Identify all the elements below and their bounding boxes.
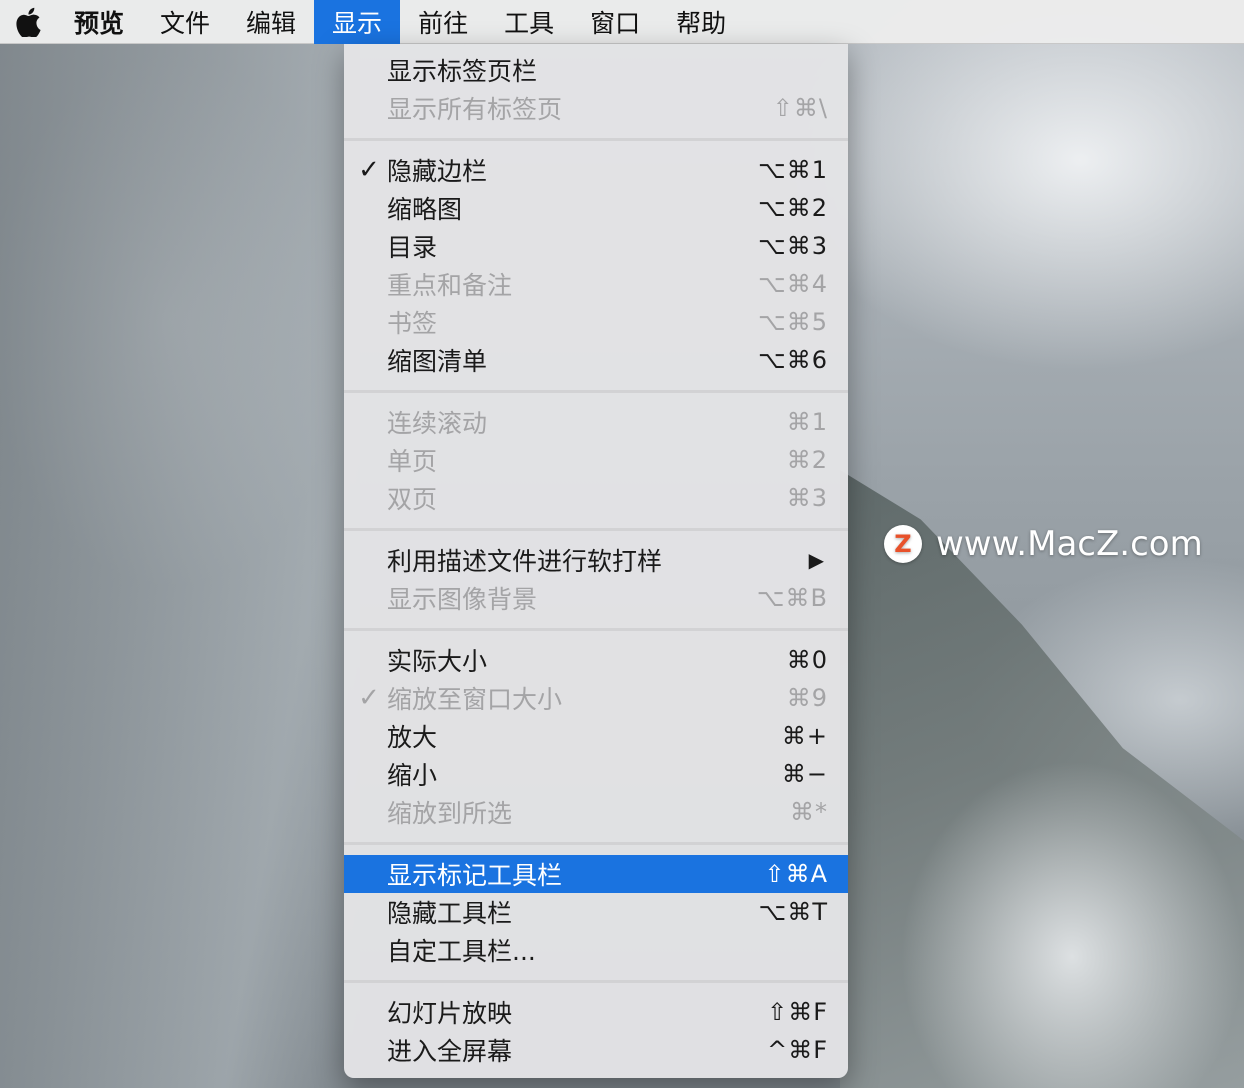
menu-item-label: 隐藏工具栏 xyxy=(387,899,513,928)
menu-item-contact-sheet[interactable]: 缩图清单 ⌥⌘6 xyxy=(344,341,848,379)
menu-item-label: 缩略图 xyxy=(387,195,463,224)
menu-separator xyxy=(344,517,848,541)
menu-item-shortcut: ^⌘F xyxy=(767,1036,828,1064)
menu-item-label: 自定工具栏... xyxy=(387,937,536,966)
menu-item-label: 单页 xyxy=(387,447,438,476)
menu-item-label: 重点和备注 xyxy=(387,271,513,300)
menu-item-zoom-to-selection: 缩放到所选 ⌘* xyxy=(344,793,848,831)
menu-item-label: 缩放到所选 xyxy=(387,799,513,828)
menu-item-shortcut: ⌥⌘5 xyxy=(758,308,828,336)
menu-item-shortcut: ⌘* xyxy=(790,798,828,826)
menu-item-shortcut: ⌥⌘3 xyxy=(758,232,828,260)
menu-item-label: 连续滚动 xyxy=(387,409,488,438)
menu-item-enter-full-screen[interactable]: 进入全屏幕 ^⌘F xyxy=(344,1031,848,1069)
menu-item-shortcut: ⌘0 xyxy=(786,646,828,674)
submenu-arrow-icon: ▶ xyxy=(808,548,824,572)
menu-item-continuous-scroll: 连续滚动 ⌘1 xyxy=(344,403,848,441)
menu-item-label: 显示所有标签页 xyxy=(387,95,563,124)
menu-item-label: 缩小 xyxy=(387,761,438,790)
menubar-item-view[interactable]: 显示 xyxy=(314,0,401,44)
watermark-text: www.MacZ.com xyxy=(936,524,1203,564)
menubar-item-help[interactable]: 帮助 xyxy=(658,0,744,44)
menu-item-shortcut: ⇧⌘A xyxy=(764,860,828,888)
checkmark-icon: ✓ xyxy=(358,155,380,185)
macz-logo-icon: Z xyxy=(884,525,922,563)
menu-item-two-pages: 双页 ⌘3 xyxy=(344,479,848,517)
menu-item-slideshow[interactable]: 幻灯片放映 ⇧⌘F xyxy=(344,993,848,1031)
menu-item-label: 实际大小 xyxy=(387,647,488,676)
menu-separator xyxy=(344,969,848,993)
menu-item-shortcut: ⌘2 xyxy=(786,446,828,474)
apple-logo-icon xyxy=(16,7,41,37)
menu-item-shortcut: ⌘9 xyxy=(786,684,828,712)
macz-watermark: Z www.MacZ.com xyxy=(884,524,1203,564)
menu-item-shortcut: ⌥⌘2 xyxy=(758,194,828,222)
menu-item-label: 目录 xyxy=(387,233,438,262)
apple-menu[interactable] xyxy=(0,0,56,44)
menu-item-shortcut: ⌥⌘B xyxy=(756,584,828,612)
view-menu-dropdown: 显示标签页栏 显示所有标签页 ⇧⌘\ ✓ 隐藏边栏 ⌥⌘1 缩略图 ⌥⌘2 目录… xyxy=(344,44,848,1078)
menu-item-shortcut: ⇧⌘\ xyxy=(772,94,828,122)
menu-item-show-tab-bar[interactable]: 显示标签页栏 xyxy=(344,51,848,89)
menu-item-label: 缩图清单 xyxy=(387,347,488,376)
menu-item-show-all-tabs: 显示所有标签页 ⇧⌘\ xyxy=(344,89,848,127)
menu-item-shortcut: ⇧⌘F xyxy=(767,998,828,1026)
menu-item-zoom-in[interactable]: 放大 ⌘+ xyxy=(344,717,848,755)
menu-item-shortcut: ⌥⌘T xyxy=(758,898,828,926)
menu-item-label: 放大 xyxy=(387,723,438,752)
macz-logo-letter: Z xyxy=(894,530,912,558)
menu-item-single-page: 单页 ⌘2 xyxy=(344,441,848,479)
menu-item-hide-sidebar[interactable]: ✓ 隐藏边栏 ⌥⌘1 xyxy=(344,151,848,189)
menubar-item-file[interactable]: 文件 xyxy=(142,0,228,44)
menu-item-show-markup-toolbar[interactable]: 显示标记工具栏 ⇧⌘A xyxy=(344,855,848,893)
menu-item-shortcut: ⌥⌘1 xyxy=(758,156,828,184)
menu-item-label: 缩放至窗口大小 xyxy=(387,685,563,714)
menubar-item-preview[interactable]: 预览 xyxy=(56,0,142,44)
menu-item-table-of-contents[interactable]: 目录 ⌥⌘3 xyxy=(344,227,848,265)
menu-item-bookmarks: 书签 ⌥⌘5 xyxy=(344,303,848,341)
menu-item-zoom-to-fit: ✓ 缩放至窗口大小 ⌘9 xyxy=(344,679,848,717)
desktop-fog-wallpaper xyxy=(900,760,1244,1088)
menu-separator xyxy=(344,831,848,855)
menu-item-hide-toolbar[interactable]: 隐藏工具栏 ⌥⌘T xyxy=(344,893,848,931)
menu-separator xyxy=(344,617,848,641)
menu-separator xyxy=(344,379,848,403)
menubar-item-tools[interactable]: 工具 xyxy=(486,0,572,44)
menubar-item-window[interactable]: 窗口 xyxy=(572,0,658,44)
menu-bar: 预览 文件 编辑 显示 前往 工具 窗口 帮助 xyxy=(0,0,1244,44)
menu-item-thumbnails[interactable]: 缩略图 ⌥⌘2 xyxy=(344,189,848,227)
menu-item-zoom-out[interactable]: 缩小 ⌘− xyxy=(344,755,848,793)
menu-item-label: 双页 xyxy=(387,485,438,514)
menu-item-show-image-background: 显示图像背景 ⌥⌘B xyxy=(344,579,848,617)
menu-item-label: 显示标记工具栏 xyxy=(387,861,563,890)
menu-item-shortcut: ⌘+ xyxy=(781,722,828,750)
menu-item-shortcut: ⌥⌘6 xyxy=(758,346,828,374)
menu-item-label: 书签 xyxy=(387,309,438,338)
menubar-item-go[interactable]: 前往 xyxy=(400,0,486,44)
menu-item-label: 进入全屏幕 xyxy=(387,1037,513,1066)
menu-item-shortcut: ⌘3 xyxy=(786,484,828,512)
menu-separator xyxy=(344,127,848,151)
menu-item-actual-size[interactable]: 实际大小 ⌘0 xyxy=(344,641,848,679)
menu-item-shortcut: ⌘1 xyxy=(786,408,828,436)
menu-item-highlights-notes: 重点和备注 ⌥⌘4 xyxy=(344,265,848,303)
menu-item-label: 幻灯片放映 xyxy=(387,999,513,1028)
menu-item-customize-toolbar[interactable]: 自定工具栏... xyxy=(344,931,848,969)
menu-item-shortcut: ⌥⌘4 xyxy=(758,270,828,298)
menu-item-shortcut: ⌘− xyxy=(781,760,828,788)
menubar-item-edit[interactable]: 编辑 xyxy=(228,0,314,44)
desktop-cliff-wallpaper xyxy=(0,44,360,1088)
menu-item-label: 利用描述文件进行软打样 xyxy=(387,547,663,576)
menu-item-label: 显示标签页栏 xyxy=(387,57,538,86)
checkmark-icon: ✓ xyxy=(358,683,380,713)
menu-item-label: 隐藏边栏 xyxy=(387,157,488,186)
menu-item-soft-proof[interactable]: 利用描述文件进行软打样 ▶ xyxy=(344,541,848,579)
menu-item-label: 显示图像背景 xyxy=(387,585,538,614)
